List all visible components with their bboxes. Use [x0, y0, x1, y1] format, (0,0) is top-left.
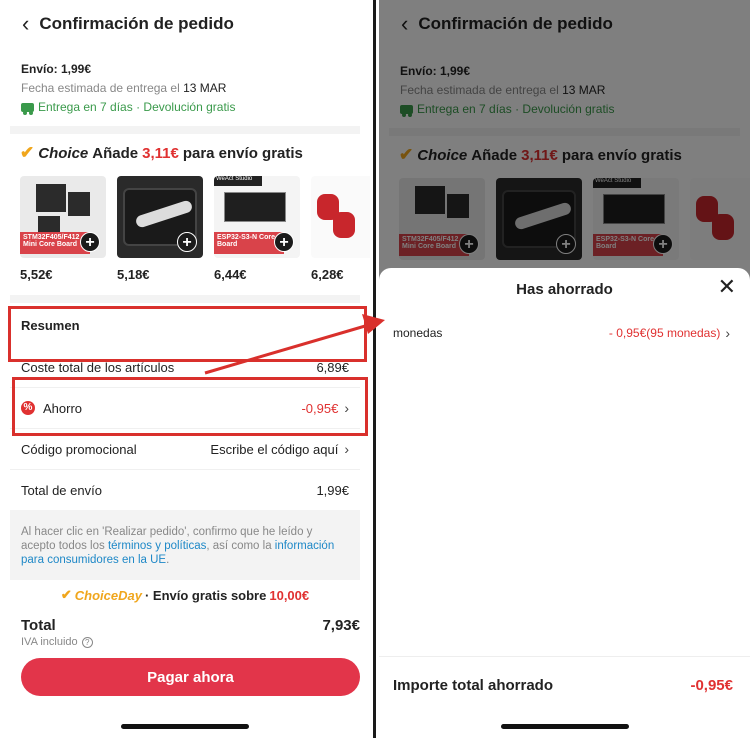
coins-value: - 0,95€(95 monedas)	[608, 326, 721, 340]
header: ‹ Confirmación de pedido	[0, 0, 370, 48]
order-total: Total 7,93€ IVA incluido?	[21, 617, 360, 648]
page-title: Confirmación de pedido	[39, 14, 234, 33]
highlight-box	[8, 306, 367, 362]
chevron-right-icon: ›	[344, 441, 349, 457]
chevron-right-icon: ›	[725, 325, 730, 341]
savings-bottom-sheet: Has ahorrado ✕ monedas - 0,95€(95 moneda…	[379, 268, 750, 738]
product-carousel[interactable]: STM32F405/F412 Mini Core Board + 5,52€ +…	[20, 176, 370, 282]
home-indicator	[500, 724, 629, 729]
add-to-cart-button[interactable]: +	[80, 232, 100, 252]
savings-sheet-screen: ‹ Confirmación de pedido Envío: 1,99€ Fe…	[379, 0, 750, 738]
vat-note: IVA incluido?	[21, 636, 360, 648]
truck-icon	[21, 103, 34, 115]
screenshot-divider	[370, 0, 379, 738]
check-icon: ✔	[60, 587, 72, 602]
product-image: STM32F405/F412 Mini Core Board +	[20, 176, 106, 258]
total-saved-value: -0,95€	[690, 677, 733, 694]
product-image: WeAct Studio ESP32-S3-N Core Board +	[214, 176, 300, 258]
promo-code-placeholder: Escribe el código aquí	[210, 441, 339, 457]
product-price: 5,18€	[117, 267, 150, 282]
product-price: 6,44€	[214, 267, 247, 282]
product-card[interactable]: WeAct Studio ESP32-S3-N Core Board + 6,4…	[214, 176, 300, 282]
product-image	[311, 176, 370, 258]
delivery-badge: Entrega en 7 días · Devolución gratis	[21, 98, 360, 117]
product-price: 6,28€	[311, 267, 344, 282]
summary-row-shipping-total: Total de envío 1,99€	[10, 470, 360, 511]
legal-notice: Al hacer clic en 'Realizar pedido', conf…	[10, 510, 360, 580]
product-tag: WeAct Studio	[214, 176, 262, 186]
close-icon[interactable]: ✕	[718, 276, 736, 298]
shipping-info: Envío: 1,99€ Fecha estimada de entrega e…	[21, 60, 360, 117]
sheet-title: Has ahorrado	[516, 281, 613, 298]
help-icon[interactable]: ?	[81, 636, 93, 648]
choice-banner: ✔ Choice Añade 3,11€ para envío gratis	[20, 143, 303, 162]
total-saved-label: Importe total ahorrado	[393, 677, 554, 694]
add-to-cart-button[interactable]: +	[177, 232, 197, 252]
checkout-screen: ‹ Confirmación de pedido Envío: 1,99€ Fe…	[0, 0, 370, 738]
shipping-cost: Envío: 1,99€	[21, 62, 92, 76]
section-divider	[10, 126, 360, 134]
section-divider	[10, 295, 360, 303]
choiceday-banner: ✔ ChoiceDay · Envío gratis sobre 10,00€	[10, 580, 360, 610]
coins-label: monedas	[393, 326, 443, 340]
product-card[interactable]: + 5,18€	[117, 176, 203, 282]
terms-link[interactable]: términos y políticas	[108, 540, 206, 552]
choiceday-brand: ChoiceDay	[74, 587, 142, 603]
highlight-box	[12, 377, 368, 436]
add-to-cart-button[interactable]: +	[274, 232, 294, 252]
choice-brand: Choice	[38, 144, 89, 162]
chevron-left-icon[interactable]: ‹	[22, 13, 29, 35]
pay-now-button[interactable]: Pagar ahora	[21, 658, 360, 696]
coins-savings-row[interactable]: monedas - 0,95€(95 monedas) ›	[393, 313, 730, 353]
product-image: +	[117, 176, 203, 258]
total-label: Total	[21, 617, 56, 634]
product-card[interactable]: 6,28€	[311, 176, 370, 282]
product-card[interactable]: STM32F405/F412 Mini Core Board + 5,52€	[20, 176, 106, 282]
choice-amount: 3,11€	[142, 144, 179, 162]
delivery-date: Fecha estimada de entrega el 13 MAR	[21, 81, 227, 95]
home-indicator	[121, 724, 249, 729]
total-value: 7,93€	[322, 617, 360, 634]
product-price: 5,52€	[20, 267, 53, 282]
check-icon: ✔	[20, 143, 35, 162]
